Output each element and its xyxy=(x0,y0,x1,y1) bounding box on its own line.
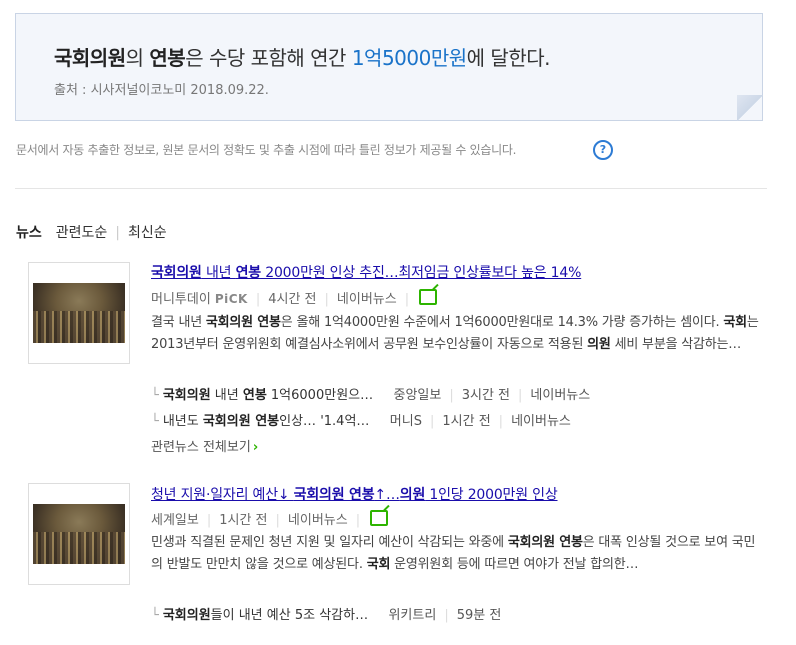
portal-link[interactable]: 네이버뉴스 xyxy=(530,388,590,403)
chevron-right-icon: › xyxy=(252,440,259,455)
related-bullet-icon: └ xyxy=(151,608,159,623)
title-keyword: 의원 xyxy=(399,487,426,503)
news-time: 1시간 전 xyxy=(219,513,268,528)
title-text: ↑… xyxy=(374,487,400,503)
answer-term-salary: 연봉 xyxy=(149,46,186,70)
answer-text: 에 달한다. xyxy=(466,46,551,70)
news-time: 59분 전 xyxy=(456,608,502,623)
tab-news: 뉴스 xyxy=(16,225,42,241)
meta-separator: | xyxy=(377,414,382,429)
press-name[interactable]: 위키트리 xyxy=(388,608,436,623)
desc-keyword: 국회의원 연봉 xyxy=(507,535,583,550)
disclaimer-text: 문서에서 자동 추출한 정보로, 원본 문서의 정확도 및 추출 시점에 따라 … xyxy=(16,143,517,157)
desc-keyword: 국회 xyxy=(366,557,391,572)
news-title[interactable]: 청년 지원·일자리 예산↓ 국회의원 연봉↑…의원 1인당 2000만원 인상 xyxy=(151,484,558,504)
related-news-link[interactable]: 국회의원 내년 연봉 1억6000만원으… xyxy=(163,388,373,403)
meta-separator: | xyxy=(498,414,504,429)
related-text: 내년도 xyxy=(162,414,203,429)
related-bullet-icon: └ xyxy=(151,388,159,403)
related-keyword: 국회의원 연봉 xyxy=(202,414,280,429)
title-text: 1인당 2000만원 인상 xyxy=(425,487,558,503)
meta-separator: | xyxy=(518,388,523,403)
answer-sentence: 국회의원의 연봉은 수당 포함해 연간 1억5000만원에 달한다. xyxy=(54,42,550,71)
news-time: 3시간 전 xyxy=(461,388,511,403)
related-keyword: 국회의원 xyxy=(162,388,211,403)
tab-relevance[interactable]: 관련도순 xyxy=(56,222,108,242)
meta-separator: | xyxy=(355,513,361,528)
pick-badge: PiCK xyxy=(214,292,248,306)
meta-separator: | xyxy=(404,292,410,307)
share-icon[interactable] xyxy=(419,289,438,305)
meta-separator: | xyxy=(444,608,449,623)
related-text: 인상… '1.4억… xyxy=(279,414,370,429)
answer-text: 의 xyxy=(125,46,150,70)
more-label: 관련뉴스 전체보기 xyxy=(151,440,251,455)
related-keyword: 국회의원 xyxy=(162,608,211,623)
news-meta: 머니투데이 PiCK | 4시간 전 | 네이버뉴스 | xyxy=(151,287,438,307)
portal-link[interactable]: 네이버뉴스 xyxy=(511,414,571,429)
related-news-link[interactable]: 국회의원들이 내년 예산 5조 삭감하… xyxy=(163,608,368,623)
press-name[interactable]: 머니S xyxy=(390,414,422,429)
meta-separator: | xyxy=(429,414,435,429)
news-time: 1시간 전 xyxy=(442,414,491,429)
news-description: 결국 내년 국회의원 연봉은 올해 1억4000만원 수준에서 1억6000만원… xyxy=(151,312,761,356)
meta-separator: | xyxy=(255,292,261,307)
desc-text: 은 올해 1억4000만원 수준에서 1억6000만원대로 14.3% 가량 증… xyxy=(280,315,724,330)
title-text: 청년 지원·일자리 예산↓ xyxy=(151,487,294,503)
desc-text: 세비 부분을 삭감하는… xyxy=(610,337,742,352)
press-name[interactable]: 머니투데이 xyxy=(151,292,211,307)
news-thumbnail[interactable] xyxy=(28,483,130,585)
related-bullet-icon: └ xyxy=(151,414,159,429)
related-news-item: └ 국회의원들이 내년 예산 5조 삭감하… | 위키트리 | 59분 전 xyxy=(151,604,501,623)
related-news-more-link[interactable]: 관련뉴스 전체보기 › xyxy=(151,436,258,455)
meta-separator: | xyxy=(275,513,280,528)
desc-text: 민생과 직결된 문제인 청년 지원 및 일자리 예산이 삭감되는 와중에 xyxy=(151,535,508,550)
meta-separator: | xyxy=(206,513,212,528)
title-text: 내년 xyxy=(201,265,236,281)
desc-keyword: 국회 xyxy=(723,315,747,330)
news-description: 민생과 직결된 문제인 청년 지원 및 일자리 예산이 삭감되는 와중에 국회의… xyxy=(151,532,761,576)
portal-link[interactable]: 네이버뉴스 xyxy=(337,292,397,307)
title-text: 2000만원 인상 추진…최저임금 인상률보다 높은 14% xyxy=(260,265,582,281)
meta-separator: | xyxy=(449,388,454,403)
related-text: 1억6000만원으… xyxy=(266,388,374,403)
tab-separator: | xyxy=(115,225,121,241)
news-thumbnail[interactable] xyxy=(28,262,130,364)
related-text: 들이 내년 예산 5조 삭감하… xyxy=(210,608,369,623)
related-text: 내년 xyxy=(210,388,243,403)
related-keyword: 연봉 xyxy=(242,388,267,403)
page-fold-decoration xyxy=(737,95,763,121)
related-news-item: └ 내년도 국회의원 연봉인상… '1.4억… | 머니S | 1시간 전 | 네이버뉴스 xyxy=(151,410,571,429)
news-time: 4시간 전 xyxy=(268,292,317,307)
desc-keyword: 의원 xyxy=(587,337,611,352)
title-keyword: 연봉 xyxy=(235,265,262,281)
desc-text: 운영위원회 등에 따르면 여야가 전날 합의한… xyxy=(390,557,639,572)
meta-separator: | xyxy=(376,608,381,623)
news-meta: 세계일보 | 1시간 전 | 네이버뉴스 | xyxy=(151,508,389,528)
answer-box: 국회의원의 연봉은 수당 포함해 연간 1억5000만원에 달한다. 출처 : … xyxy=(15,13,763,121)
related-news-item: └ 국회의원 내년 연봉 1억6000만원으… | 중앙일보 | 3시간 전 | 네이버뉴스 xyxy=(151,384,590,403)
thumbnail-image xyxy=(33,283,125,343)
question-circle-icon[interactable]: ? xyxy=(593,140,613,160)
title-keyword: 국회의원 연봉 xyxy=(293,487,375,503)
thumbnail-image xyxy=(33,504,125,564)
desc-keyword: 국회의원 연봉 xyxy=(205,315,281,330)
share-icon[interactable] xyxy=(370,510,389,526)
title-keyword: 국회의원 xyxy=(151,265,202,281)
divider xyxy=(15,188,767,189)
tab-recent[interactable]: 최신순 xyxy=(128,222,167,242)
press-name[interactable]: 세계일보 xyxy=(151,513,199,528)
related-news-link[interactable]: 내년도 국회의원 연봉인상… '1.4억… xyxy=(163,414,370,429)
press-name[interactable]: 중앙일보 xyxy=(394,388,442,403)
portal-link[interactable]: 네이버뉴스 xyxy=(288,513,348,528)
answer-source[interactable]: 출처 : 시사저널이코노미 2018.09.22. xyxy=(54,79,269,98)
answer-term-assembly: 국회의원 xyxy=(54,46,126,70)
meta-separator: | xyxy=(324,292,329,307)
news-title[interactable]: 국회의원 내년 연봉 2000만원 인상 추진…최저임금 인상률보다 높은 14… xyxy=(151,262,581,282)
news-sort-tabs: 뉴스 관련도순 | 최신순 xyxy=(16,222,167,242)
meta-separator: | xyxy=(381,388,386,403)
desc-text: 결국 내년 xyxy=(151,315,206,330)
answer-value: 1억5000만원 xyxy=(351,46,467,70)
answer-text: 은 수당 포함해 연간 xyxy=(185,46,352,70)
